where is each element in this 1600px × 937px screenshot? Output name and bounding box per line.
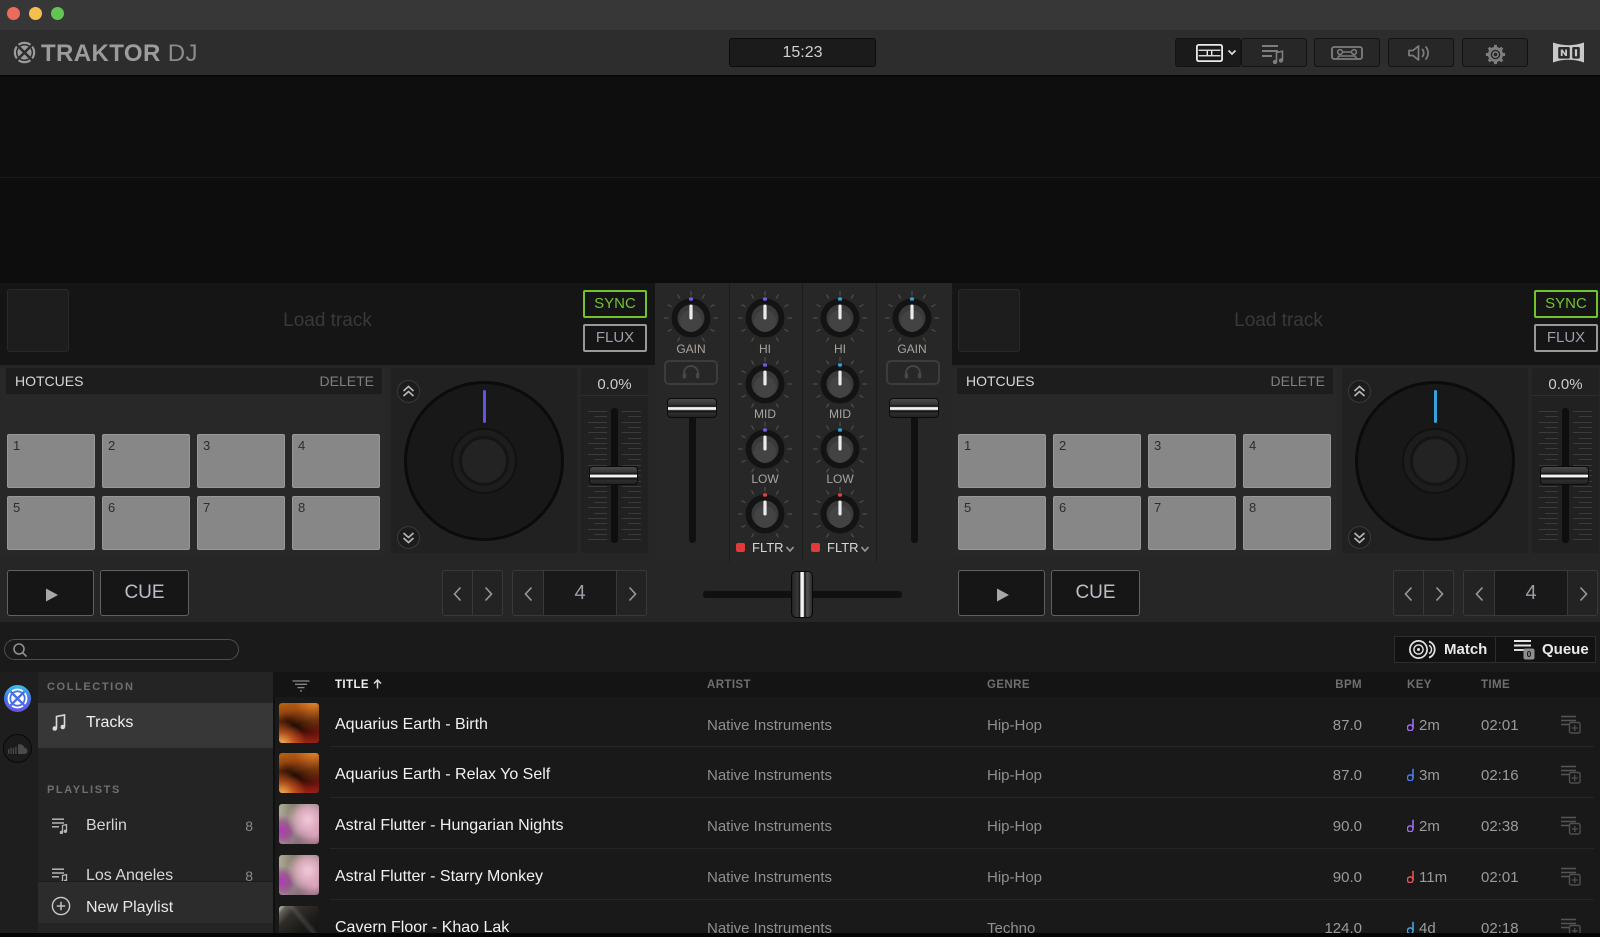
svg-text:0: 0 bbox=[1527, 649, 1532, 659]
